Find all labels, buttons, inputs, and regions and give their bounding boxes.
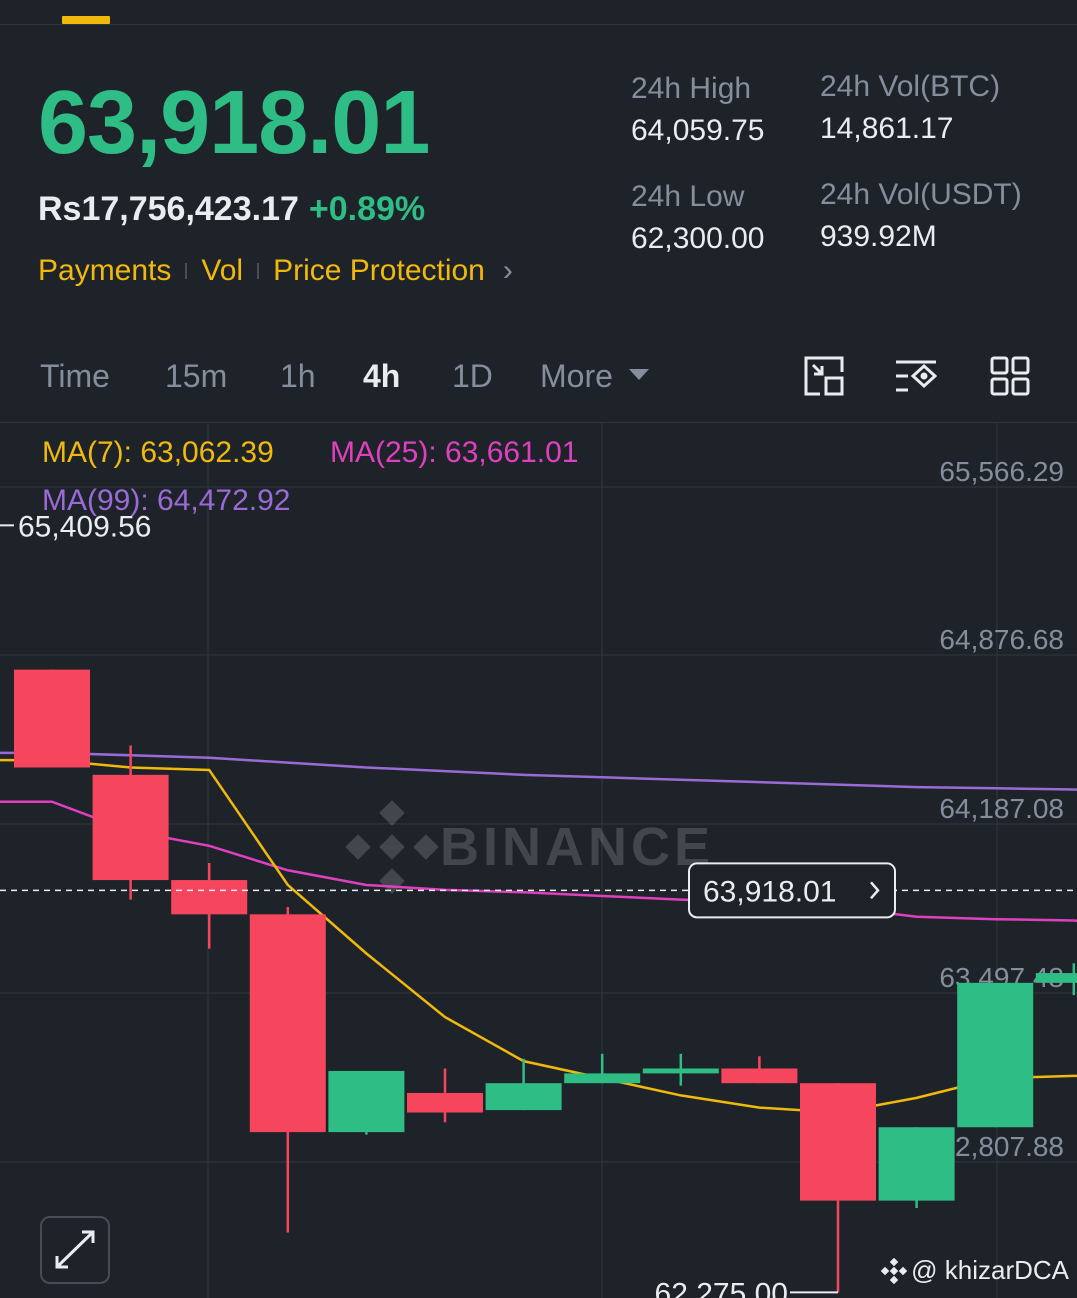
chart-canvas[interactable]: BINANCE 65,566.2964,876.6864,187.0863,49…: [0, 423, 1077, 1298]
watermark-credit: @ khizarDCA: [881, 1255, 1069, 1286]
current-price-label: 63,918.01: [703, 875, 836, 908]
candles: [14, 669, 1077, 1293]
ma25-legend: MA(25): 63,661.01: [330, 436, 579, 469]
candle-down: [721, 1068, 798, 1084]
stat-24h-low: 24h Low 62,300.00: [631, 182, 764, 254]
y-tick-label: 62,807.88: [939, 1131, 1064, 1162]
candle-up: [564, 1073, 641, 1084]
candle-up: [878, 1127, 955, 1201]
fiat-price: Rs17,756,423.17: [38, 190, 299, 228]
candle-down: [800, 1083, 876, 1201]
y-tick-label: 65,566.29: [939, 456, 1064, 487]
stat-label: 24h Vol(BTC): [820, 70, 1001, 103]
quick-links: Payments Vol Price Protection ›: [38, 254, 513, 288]
more-label: More: [540, 358, 613, 394]
watermark-text: BINANCE: [440, 817, 714, 877]
caret-down-icon: [628, 369, 649, 381]
candle-up: [1035, 973, 1077, 983]
candle-up: [485, 1083, 562, 1111]
stat-24h-high: 24h High 64,059.75: [631, 74, 764, 146]
candle-up: [642, 1068, 719, 1074]
last-price: 63,918.01: [38, 73, 430, 173]
link-divider: [185, 263, 188, 279]
interval-bar: Time 15m 1h 4h 1D More: [0, 350, 1077, 406]
stat-24h-vol-btc: 24h Vol(BTC) 14,861.17: [820, 72, 1000, 144]
stat-value: 64,059.75: [631, 114, 765, 147]
more-intervals-dropdown[interactable]: More: [540, 360, 649, 392]
candle-down: [92, 774, 169, 881]
credit-text: @ khizarDCA: [911, 1255, 1069, 1285]
candle-down: [171, 880, 248, 915]
binance-logo-icon: [345, 800, 439, 894]
payments-link[interactable]: Payments: [38, 254, 171, 288]
layout-grid-icon[interactable]: [988, 354, 1032, 398]
interval-1d[interactable]: 1D: [452, 360, 493, 392]
binance-logo-icon: [881, 1257, 908, 1284]
binance-watermark: BINANCE: [345, 800, 714, 894]
interval-15m[interactable]: 15m: [165, 360, 227, 392]
vol-link[interactable]: Vol: [201, 254, 243, 288]
stat-value: 939.92M: [820, 220, 937, 253]
interval-4h[interactable]: 4h: [363, 360, 400, 392]
stat-value: 62,300.00: [631, 222, 765, 255]
expand-arrows-icon: [55, 1230, 95, 1269]
y-tick-label: 64,187.08: [939, 793, 1064, 824]
candle-down: [407, 1092, 483, 1113]
y-tick-label: 64,876.68: [939, 624, 1064, 655]
change-percent: +0.89%: [308, 190, 426, 228]
chevron-right-icon[interactable]: ›: [503, 254, 513, 288]
ma99-legend: MA(99): 64,472.92: [42, 484, 291, 517]
trading-screen: 63,918.01 Rs17,756,423.17 +0.89% Payments…: [0, 0, 1077, 1298]
stat-24h-vol-usdt: 24h Vol(USDT) 939.92M: [820, 180, 1022, 252]
candlestick-chart[interactable]: BINANCE 65,566.29 64,876.68 64,187.08 63,49…: [0, 423, 1077, 1298]
interval-time[interactable]: Time: [40, 360, 110, 392]
candle-up: [328, 1070, 405, 1133]
candle-down: [249, 914, 326, 1133]
indicator-settings-icon[interactable]: [894, 354, 938, 398]
interval-1h[interactable]: 1h: [280, 360, 316, 392]
expand-chart-button[interactable]: [40, 1216, 110, 1284]
stat-label: 24h Low: [631, 180, 745, 213]
low-marker-label: 62,275.00: [655, 1277, 788, 1298]
active-tab-indicator: [62, 16, 110, 24]
stat-value: 14,861.17: [820, 112, 954, 145]
stat-label: 24h High: [631, 72, 752, 105]
candle-down: [14, 669, 90, 768]
header-divider: [0, 24, 1077, 25]
fiat-row: Rs17,756,423.17 +0.89%: [38, 192, 425, 226]
link-divider: [257, 263, 260, 279]
fullscreen-exit-icon[interactable]: [802, 354, 846, 398]
stat-label: 24h Vol(USDT): [820, 178, 1022, 211]
candle-up: [957, 982, 1034, 1128]
ma7-legend: MA(7): 63,062.39: [42, 436, 274, 469]
price-protection-link[interactable]: Price Protection: [273, 254, 485, 288]
